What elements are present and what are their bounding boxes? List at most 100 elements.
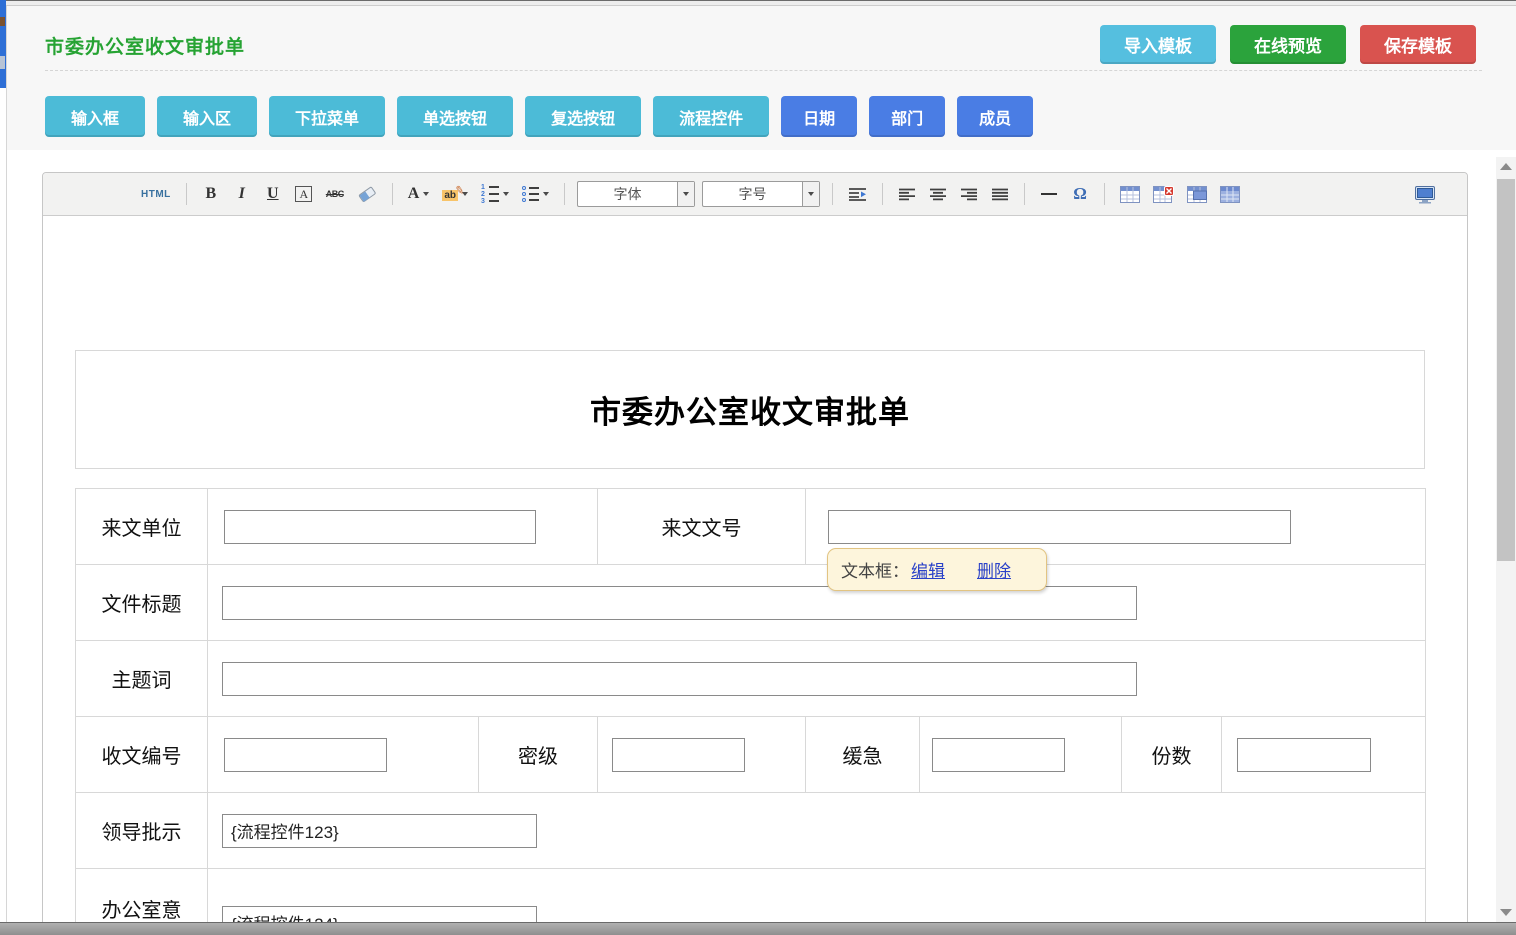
approval-form-table: 来文单位 来文文号 文件标题 主题词 收文编号 密级 缓急 份数: [75, 488, 1426, 935]
window-bottom-edge: [0, 922, 1516, 935]
subject-words-input[interactable]: [222, 662, 1137, 696]
font-color-icon: A: [408, 185, 420, 203]
char-border-button[interactable]: A: [292, 180, 316, 208]
ordered-list-icon: 1 2 3: [481, 185, 499, 204]
align-justify-icon: [992, 188, 1008, 201]
cell-properties-button[interactable]: [1184, 180, 1210, 208]
ordered-list-button[interactable]: 1 2 3: [478, 180, 512, 208]
import-template-button[interactable]: 导入模板: [1100, 25, 1216, 64]
char-border-icon: A: [295, 186, 312, 202]
select-arrow[interactable]: [802, 182, 819, 206]
italic-button[interactable]: I: [230, 180, 254, 208]
italic-icon: I: [239, 185, 245, 203]
cell-properties-icon: [1187, 186, 1207, 203]
font-size-select[interactable]: 字号: [702, 181, 820, 207]
widget-textarea-button[interactable]: 输入区: [157, 96, 257, 137]
widget-input-box-button[interactable]: 输入框: [45, 96, 145, 137]
label-receipt-number: 收文编号: [76, 717, 208, 793]
monitor-icon: [1414, 185, 1436, 204]
incoming-doc-number-input[interactable]: [828, 510, 1291, 544]
widget-date-button[interactable]: 日期: [781, 96, 857, 137]
indent-icon: [848, 187, 867, 201]
html-source-button[interactable]: HTML: [138, 180, 174, 208]
delete-table-button[interactable]: [1150, 180, 1177, 208]
horizontal-rule-button[interactable]: [1037, 180, 1061, 208]
fullscreen-button[interactable]: [1411, 180, 1439, 208]
indent-button[interactable]: [845, 180, 870, 208]
background-window-icon-fragment: [0, 17, 5, 26]
remove-format-button[interactable]: [354, 180, 380, 208]
widget-department-button[interactable]: 部门: [869, 96, 945, 137]
widget-radio-button[interactable]: 单选按钮: [397, 96, 513, 137]
tooltip-label: 文本框：: [841, 557, 909, 582]
delete-link[interactable]: 删除: [977, 557, 1011, 582]
widget-flow-control-button[interactable]: 流程控件: [653, 96, 769, 137]
widget-toolbar: 输入框 输入区 下拉菜单 单选按钮 复选按钮 流程控件 日期 部门 成员: [45, 96, 1033, 137]
select-arrow[interactable]: [677, 182, 694, 206]
table-row: 领导批示: [76, 793, 1426, 869]
save-template-button[interactable]: 保存模板: [1360, 25, 1476, 64]
special-char-button[interactable]: Ω: [1068, 180, 1092, 208]
font-size-value: 字号: [703, 184, 802, 204]
widget-checkbox-button[interactable]: 复选按钮: [525, 96, 641, 137]
label-copies: 份数: [1122, 717, 1222, 793]
edit-link[interactable]: 编辑: [911, 557, 945, 582]
horizontal-rule-icon: [1041, 193, 1057, 195]
online-preview-button[interactable]: 在线预览: [1230, 25, 1346, 64]
chevron-down-icon: [423, 192, 429, 196]
toolbar-separator: [1024, 183, 1025, 205]
align-justify-button[interactable]: [988, 180, 1012, 208]
background-window-fragment: [0, 0, 6, 88]
underline-button[interactable]: U: [261, 180, 285, 208]
label-subject-words: 主题词: [76, 641, 208, 717]
scrollbar-down-arrow[interactable]: [1500, 909, 1512, 916]
strikethrough-button[interactable]: ABC: [323, 180, 347, 208]
align-right-button[interactable]: [957, 180, 981, 208]
textbox-tooltip: 文本框： 编辑 删除: [827, 548, 1047, 591]
page-scrollbar[interactable]: [1496, 157, 1516, 922]
widget-dropdown-button[interactable]: 下拉菜单: [269, 96, 385, 137]
font-color-button[interactable]: A: [405, 180, 433, 208]
highlight-color-button[interactable]: ab ✎: [439, 180, 471, 208]
receipt-number-input[interactable]: [224, 738, 387, 772]
unordered-list-icon: [522, 186, 539, 202]
eraser-icon: [357, 186, 377, 203]
toolbar-separator: [832, 183, 833, 205]
background-window-icon-fragment: [0, 56, 5, 69]
label-security-level: 密级: [479, 717, 598, 793]
label-incoming-doc-number: 来文文号: [598, 489, 806, 565]
bold-button[interactable]: B: [199, 180, 223, 208]
label-incoming-unit: 来文单位: [76, 489, 208, 565]
scrollbar-thumb[interactable]: [1497, 179, 1515, 561]
html-source-icon: HTML: [141, 189, 171, 200]
align-center-button[interactable]: [926, 180, 950, 208]
chevron-down-icon: [503, 192, 509, 196]
urgency-input[interactable]: [932, 738, 1065, 772]
window-top-edge: [0, 0, 1516, 6]
delete-table-icon: [1153, 186, 1174, 203]
font-family-select[interactable]: 字体: [577, 181, 695, 207]
editor-content[interactable]: 市委办公室收文审批单 来文单位 来文文号 文件标题 主题词 收文: [43, 350, 1467, 935]
editor-toolbar: HTML B I U A ABC A: [43, 173, 1467, 216]
unordered-list-button[interactable]: [519, 180, 552, 208]
scrollbar-up-arrow[interactable]: [1500, 163, 1512, 170]
table-properties-icon: [1220, 186, 1240, 203]
copies-input[interactable]: [1237, 738, 1371, 772]
align-left-button[interactable]: [895, 180, 919, 208]
insert-table-button[interactable]: [1117, 180, 1143, 208]
security-level-input[interactable]: [612, 738, 745, 772]
page-left-border: [6, 6, 7, 922]
widget-member-button[interactable]: 成员: [957, 96, 1033, 137]
underline-icon: U: [267, 185, 279, 203]
omega-icon: Ω: [1073, 184, 1087, 204]
toolbar-separator: [564, 183, 565, 205]
table-row: 收文编号 密级 缓急 份数: [76, 717, 1426, 793]
incoming-unit-input[interactable]: [224, 510, 536, 544]
highlight-icon: ab ✎: [442, 185, 458, 203]
document-title-box: 市委办公室收文审批单: [75, 350, 1425, 469]
table-properties-button[interactable]: [1217, 180, 1243, 208]
table-row: 主题词: [76, 641, 1426, 717]
leader-instructions-input[interactable]: [222, 814, 537, 848]
toolbar-separator: [1104, 183, 1105, 205]
toolbar-separator: [882, 183, 883, 205]
